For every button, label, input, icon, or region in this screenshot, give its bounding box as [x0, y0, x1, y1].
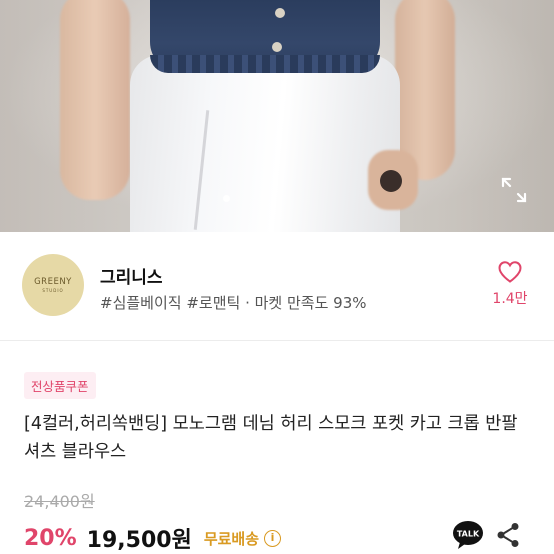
seller-name[interactable]: 그리니스 [100, 263, 163, 288]
share-icon[interactable] [496, 522, 520, 548]
talk-label: TALK [457, 530, 480, 539]
discount-rate: 20% [24, 525, 77, 551]
product-title: [4컬러,허리쏙밴딩] 모노그램 데님 허리 스모크 포켓 카고 크롭 반팔 셔… [24, 414, 518, 462]
seller-row[interactable]: GREENY STUDIO 그리니스 #심플베이직 #로맨틱 · 마켓 만족도 … [0, 232, 554, 332]
photo-arm-left [60, 0, 130, 200]
photo-blouse-ruffle [150, 55, 380, 73]
seller-logo-subtext: STUDIO [42, 288, 64, 293]
photo-dot [223, 195, 230, 202]
coupon-badge[interactable]: 전상품쿠폰 [24, 372, 96, 399]
sale-price: 19,500원 [86, 528, 192, 553]
photo-skirt [130, 55, 400, 232]
like-count: 1.4만 [492, 291, 528, 307]
expand-arrows-icon[interactable] [500, 176, 528, 204]
product-image[interactable] [0, 0, 554, 232]
seller-logo-text: GREENY [34, 277, 72, 287]
heart-icon [498, 261, 522, 283]
seller-logo[interactable]: GREENY STUDIO [22, 254, 84, 316]
seller-tags: #심플베이직 #로맨틱 · 마켓 만족도 93% [100, 294, 367, 312]
info-icon[interactable]: i [264, 529, 282, 547]
free-shipping-label: 무료배송 [203, 529, 260, 548]
section-divider [0, 340, 554, 341]
photo-blouse-button [272, 42, 282, 52]
price-row: 20% 19,500원 무료배송 i [24, 522, 282, 554]
kakao-talk-icon[interactable]: TALK [452, 520, 484, 550]
like-button[interactable]: 1.4만 [488, 260, 532, 308]
photo-bracelet [380, 170, 402, 192]
photo-blouse-button [275, 8, 285, 18]
original-price: 24,400원 [24, 492, 95, 511]
